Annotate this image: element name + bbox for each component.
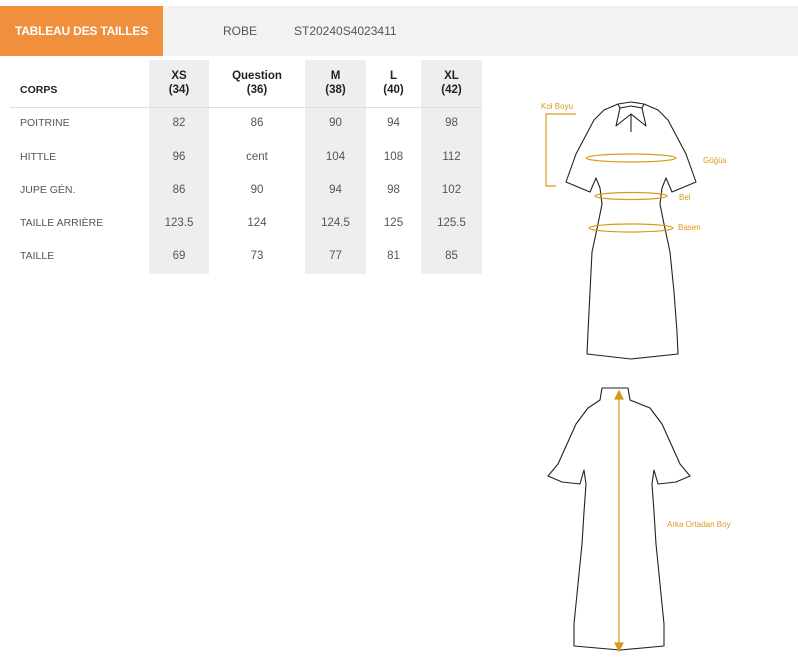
- tab-size-chart[interactable]: TABLEAU DES TAILLES: [0, 6, 163, 56]
- collar: [617, 101, 645, 109]
- column-size: XS: [171, 70, 187, 82]
- cell: 96: [172, 151, 186, 163]
- cell: 108: [383, 151, 404, 163]
- cell: 82: [172, 117, 186, 129]
- cell: 104: [325, 151, 346, 163]
- chest-measure-mark: [585, 153, 677, 163]
- column-header-l: L (40): [366, 69, 421, 97]
- table-row: TAILLE ARRIÈRE 123.5 124 124.5 125 125.5: [10, 208, 482, 241]
- hip-label: Basen: [678, 223, 701, 232]
- cell: cent: [246, 151, 268, 163]
- cell: 124.5: [321, 217, 350, 229]
- cell: 98: [387, 184, 400, 196]
- table-row: TAILLE 69 73 77 81 85: [10, 241, 482, 274]
- cell: 90: [329, 117, 342, 129]
- cell: 112: [442, 151, 461, 163]
- chest-label: Göğüs: [703, 156, 727, 165]
- column-number: (38): [325, 84, 346, 96]
- size-chart-header: TABLEAU DES TAILLES ROBE ST20240S4023411: [0, 6, 798, 56]
- row-label: TAILLE: [20, 250, 55, 262]
- column-number: (42): [441, 84, 462, 96]
- waist-measure-mark: [594, 191, 668, 201]
- sleeve-label: Kol Boyu: [541, 102, 574, 111]
- cell: 98: [445, 117, 458, 129]
- cell: 123.5: [164, 217, 194, 229]
- column-number: (34): [168, 84, 190, 96]
- table-header-row: CORPS XS (34) Question (36) M (38) L (40…: [10, 60, 482, 106]
- column-size: XL: [444, 70, 459, 82]
- hip-measure-mark: [588, 223, 674, 233]
- cell: 125: [383, 217, 404, 229]
- row-label: JUPE GÉN.: [20, 184, 76, 196]
- cell: 124: [247, 217, 267, 229]
- column-header-xl: XL (42): [421, 69, 482, 97]
- cell: 94: [329, 184, 342, 196]
- cell: 81: [387, 250, 400, 262]
- cell: 86: [250, 117, 264, 129]
- cell: 94: [387, 117, 400, 129]
- column-header-m: M (38): [305, 69, 366, 97]
- row-label: TAILLE ARRIÈRE: [20, 217, 104, 229]
- table-corner-label: CORPS: [20, 84, 58, 96]
- waist-label: Bel: [679, 193, 691, 202]
- back-length-label: Arka Ortadan Boy: [667, 520, 731, 529]
- table-row: POITRINE 82 86 90 94 98: [10, 108, 482, 141]
- row-label: HITTLE: [20, 151, 57, 163]
- cell: 85: [445, 250, 458, 262]
- cell: 90: [250, 184, 264, 196]
- cell: 69: [172, 250, 186, 262]
- row-label: POITRINE: [20, 117, 70, 129]
- column-number: (40): [383, 84, 404, 96]
- product-category: ROBE: [223, 24, 258, 38]
- column-number: (36): [246, 84, 268, 96]
- column-size: M: [330, 70, 341, 82]
- column-size: L: [389, 70, 398, 82]
- column-header-s: Question (36): [209, 69, 305, 97]
- cell: 102: [441, 184, 462, 196]
- column-header-xs: XS (34): [149, 69, 209, 97]
- table-row: HITTLE 96 cent 104 108 112: [10, 142, 482, 175]
- cell: 73: [250, 250, 264, 262]
- sleeve-measure-mark: [545, 113, 576, 187]
- cell: 86: [172, 184, 186, 196]
- product-code: ST20240S4023411: [294, 24, 397, 38]
- table-row: JUPE GÉN. 86 90 94 98 102: [10, 175, 482, 208]
- cell: 125.5: [437, 217, 466, 229]
- column-size: Question: [232, 70, 282, 82]
- cell: 77: [329, 250, 342, 262]
